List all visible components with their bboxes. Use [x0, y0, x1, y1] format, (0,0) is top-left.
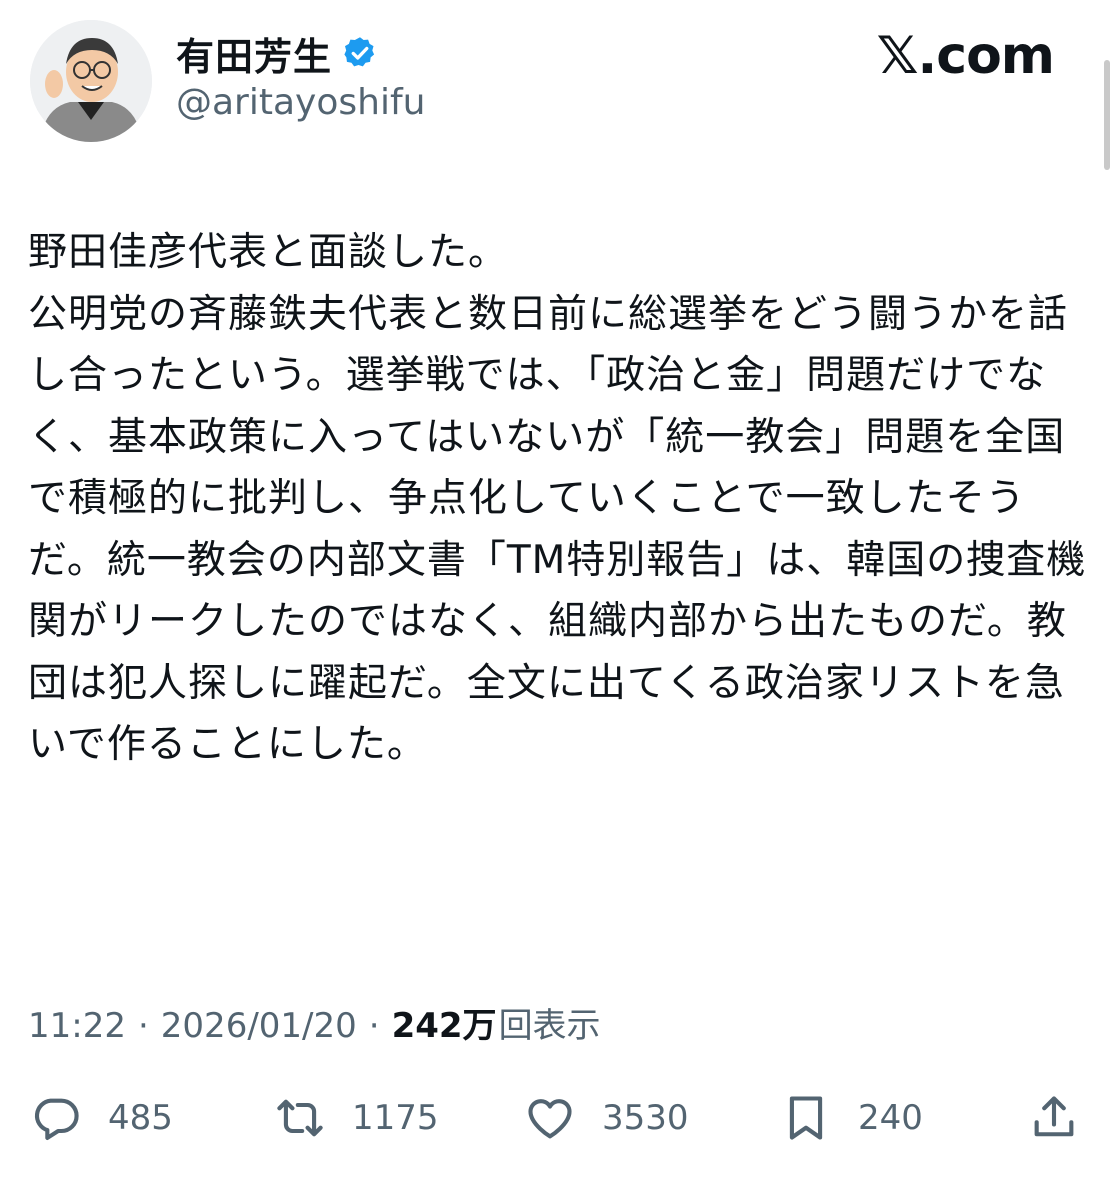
x-logo: 𝕏.com	[876, 26, 1055, 86]
author-name-row[interactable]: 有田芳生	[176, 26, 378, 81]
views-count[interactable]: 242万	[392, 998, 497, 1047]
bookmark-count: 240	[858, 1098, 923, 1138]
retweet-count: 1175	[352, 1098, 439, 1138]
reply-button[interactable]: 485	[30, 1088, 173, 1148]
author-handle[interactable]: @aritayoshifu	[176, 82, 425, 123]
reply-icon	[34, 1098, 79, 1140]
meta-separator-2: ·	[368, 1006, 380, 1046]
author-display-name[interactable]: 有田芳生	[176, 26, 332, 81]
views-label: 回表示	[498, 1006, 601, 1046]
tweet-text: 野田佳彦代表と面談した。 公明党の斉藤鉄夫代表と数日前に総選挙をどう闘うかを話し…	[28, 230, 1087, 767]
heart-icon	[528, 1099, 572, 1139]
action-bar: 485 1175 3530 240	[28, 1088, 1088, 1148]
like-button[interactable]: 3530	[524, 1088, 689, 1148]
meta-separator: ·	[137, 1006, 149, 1046]
avatar[interactable]	[30, 20, 152, 142]
share-icon	[1034, 1096, 1074, 1137]
bookmark-icon	[789, 1096, 823, 1140]
tweet-time[interactable]: 11:22	[28, 1006, 126, 1046]
like-count: 3530	[602, 1098, 689, 1138]
scrollbar[interactable]	[1104, 60, 1110, 170]
reply-count: 485	[108, 1098, 173, 1138]
bookmark-button[interactable]: 240	[780, 1088, 923, 1148]
verified-badge-icon	[344, 37, 375, 67]
tweet-date[interactable]: 2026/01/20	[161, 1006, 357, 1046]
retweet-icon	[277, 1099, 323, 1137]
cartoon-avatar-icon	[30, 20, 152, 142]
retweet-button[interactable]: 1175	[274, 1088, 439, 1148]
share-button[interactable]	[1028, 1088, 1080, 1148]
tweet-meta: 11:22 · 2026/01/20 · 242万 回表示	[28, 998, 601, 1047]
